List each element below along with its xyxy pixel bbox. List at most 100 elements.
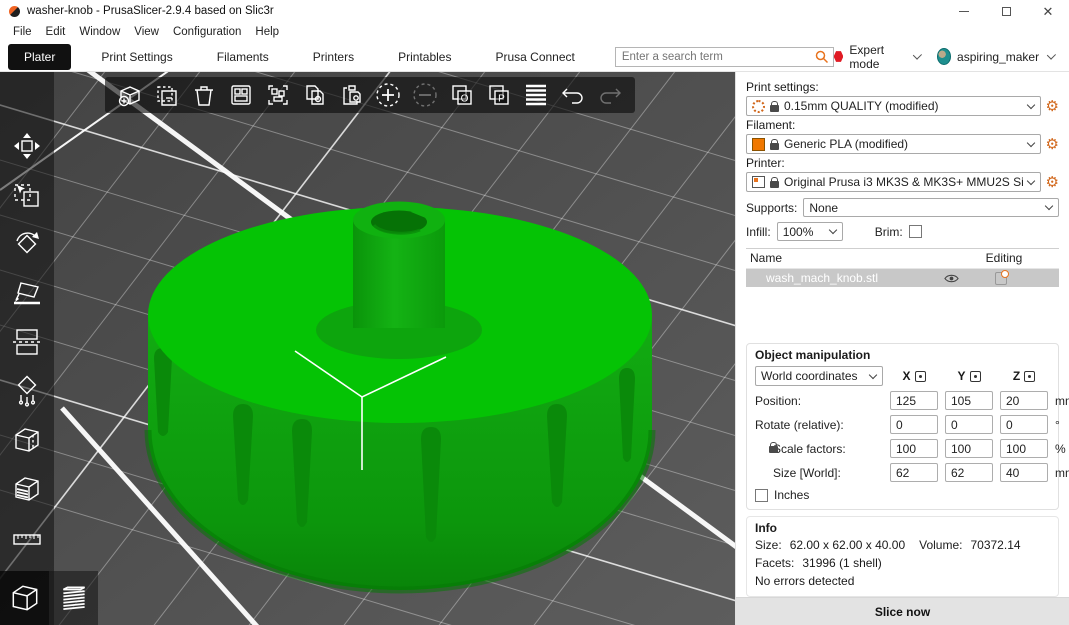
sliced-preview-button[interactable] <box>49 571 98 625</box>
filament-combo[interactable]: Generic PLA (modified) <box>746 134 1041 154</box>
scale-x-input[interactable] <box>890 439 938 458</box>
print-profile-icon <box>752 99 765 113</box>
split-to-objects-button[interactable]: O <box>447 80 477 110</box>
mode-selector[interactable]: Expert mode <box>849 43 905 71</box>
lock-icon <box>770 100 779 112</box>
user-chevron-down-icon[interactable] <box>1046 50 1057 60</box>
rotate-label: Rotate (relative): <box>755 417 844 432</box>
slice-now-button[interactable]: Slice now <box>736 598 1069 625</box>
svg-text:O: O <box>461 94 469 105</box>
menu-help[interactable]: Help <box>248 24 286 40</box>
paste-button[interactable] <box>337 80 367 110</box>
printer-icon <box>752 176 765 188</box>
size-info-value: 62.00 x 62.00 x 40.00 <box>789 538 906 552</box>
close-button[interactable]: ✕ <box>1027 0 1069 22</box>
search-input[interactable] <box>621 50 815 63</box>
copy-button[interactable] <box>300 80 330 110</box>
menu-view[interactable]: View <box>127 24 166 40</box>
maximize-button[interactable] <box>985 0 1027 22</box>
print-settings-combo[interactable]: 0.15mm QUALITY (modified) <box>746 96 1041 116</box>
scale-unit: % <box>1055 441 1066 456</box>
rotate-z-input[interactable] <box>1000 415 1048 434</box>
brim-label: Brim: <box>874 224 903 239</box>
redo-button[interactable] <box>595 80 625 110</box>
position-z-input[interactable] <box>1000 391 1048 410</box>
brim-checkbox[interactable] <box>908 225 922 238</box>
variable-layer-height-button[interactable] <box>521 80 551 110</box>
column-editing: Editing <box>985 251 1023 265</box>
visibility-eye-icon[interactable] <box>944 273 959 284</box>
menu-edit[interactable]: Edit <box>39 24 73 40</box>
delete-all-button[interactable] <box>189 80 219 110</box>
position-x-input[interactable] <box>890 391 938 410</box>
arrange-bed-button[interactable] <box>263 80 293 110</box>
titlebar: washer-knob - PrusaSlicer-2.9.4 based on… <box>0 0 1069 22</box>
undo-button[interactable] <box>558 80 588 110</box>
infill-value: 100% <box>782 224 814 239</box>
move-tool[interactable] <box>9 128 45 164</box>
chevron-down-icon <box>1026 100 1035 109</box>
add-object-button[interactable] <box>115 80 145 110</box>
infill-label: Infill: <box>746 224 771 239</box>
axis-header-z: Z <box>1000 369 1048 383</box>
add-instance-button[interactable] <box>373 80 403 110</box>
volume-value: 70372.14 <box>970 538 1021 552</box>
object-row-selected[interactable]: wash_mach_knob.stl <box>746 269 1059 287</box>
split-to-parts-button[interactable]: P <box>484 80 514 110</box>
rotate-x-input[interactable] <box>890 415 938 434</box>
tab-print-settings[interactable]: Print Settings <box>87 45 186 69</box>
filament-gear-button[interactable]: ⚙ <box>1046 137 1059 152</box>
tab-filaments[interactable]: Filaments <box>203 45 283 69</box>
paint-supports-tool[interactable] <box>9 373 45 409</box>
infill-combo[interactable]: 100% <box>776 222 843 241</box>
size-x-input[interactable] <box>890 463 938 482</box>
position-y-input[interactable] <box>945 391 993 410</box>
size-y-input[interactable] <box>945 463 993 482</box>
print-settings-gear-button[interactable]: ⚙ <box>1046 99 1059 114</box>
tab-printers[interactable]: Printers <box>299 45 368 69</box>
3d-viewport[interactable]: O P <box>0 72 735 625</box>
measure-tool[interactable] <box>9 520 45 556</box>
rotate-tool[interactable] <box>9 226 45 262</box>
seam-painting-tool[interactable] <box>9 422 45 458</box>
tab-printables[interactable]: Printables <box>384 45 465 69</box>
menu-configuration[interactable]: Configuration <box>166 24 248 40</box>
editing-icon[interactable] <box>995 269 1009 285</box>
remove-instance-button[interactable] <box>410 80 440 110</box>
printer-combo[interactable]: Original Prusa i3 MK3S & MK3S+ MMU2S Sin… <box>746 172 1041 192</box>
printer-gear-button[interactable]: ⚙ <box>1046 175 1059 190</box>
tab-plater[interactable]: Plater <box>8 43 72 70</box>
scale-tool[interactable] <box>9 177 45 213</box>
scale-z-input[interactable] <box>1000 439 1048 458</box>
inches-checkbox[interactable] <box>755 488 768 502</box>
menu-file[interactable]: File <box>6 24 39 40</box>
scene-canvas <box>0 72 735 625</box>
manipulation-title: Object manipulation <box>755 348 871 362</box>
search-box[interactable] <box>614 46 834 67</box>
position-unit: mm <box>1055 393 1069 408</box>
cut-tool[interactable] <box>9 324 45 360</box>
minimize-button[interactable] <box>943 0 985 22</box>
facets-value: 31996 (1 shell) <box>802 556 882 570</box>
size-z-input[interactable] <box>1000 463 1048 482</box>
axis-z-icon <box>1024 370 1036 382</box>
coordinates-combo[interactable]: World coordinates <box>755 366 883 386</box>
model-washer-knob[interactable] <box>144 201 656 594</box>
axis-header-x: X <box>890 369 938 383</box>
username[interactable]: aspiring_maker <box>957 50 1039 64</box>
menu-window[interactable]: Window <box>72 24 127 40</box>
rotate-y-input[interactable] <box>945 415 993 434</box>
delete-object-button[interactable] <box>152 80 182 110</box>
place-on-face-tool[interactable] <box>9 275 45 311</box>
multimaterial-painting-tool[interactable] <box>9 471 45 507</box>
tab-prusa-connect[interactable]: Prusa Connect <box>481 45 588 69</box>
editor-3d-view-button[interactable] <box>0 571 49 625</box>
uniform-scale-lock-icon[interactable] <box>769 441 778 453</box>
close-icon: ✕ <box>1042 3 1054 19</box>
supports-combo[interactable]: None <box>803 198 1059 217</box>
scale-y-input[interactable] <box>945 439 993 458</box>
arrange-button[interactable] <box>226 80 256 110</box>
mode-chevron-down-icon[interactable] <box>912 50 922 60</box>
user-avatar[interactable] <box>936 48 952 65</box>
size-unit: mm <box>1055 465 1069 480</box>
